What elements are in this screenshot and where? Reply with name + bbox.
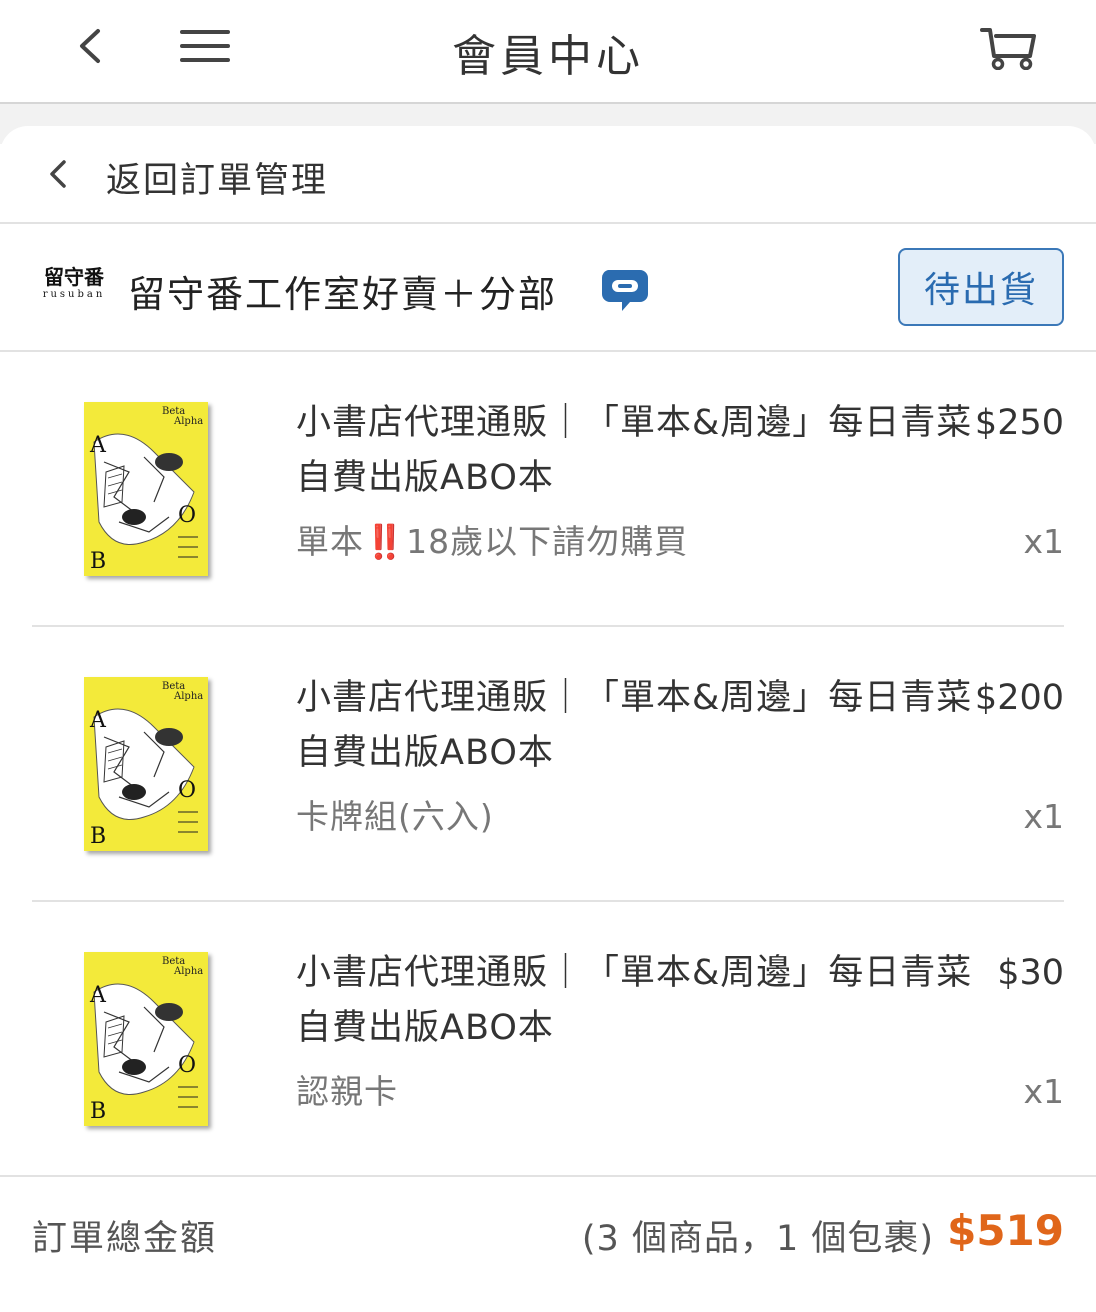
cover-alpha-text: Alpha bbox=[173, 416, 203, 427]
item-title[interactable]: 小書店代理通販｜「單本&周邊」每日青菜自費出版ABO本 bbox=[296, 671, 976, 781]
cart-icon[interactable] bbox=[976, 22, 1040, 72]
chevron-left-icon bbox=[40, 156, 76, 192]
item-price: $30 bbox=[997, 953, 1064, 993]
item-title[interactable]: 小書店代理通販｜「單本&周邊」每日青菜自費出版ABO本 bbox=[296, 946, 976, 1056]
warning-icon: ‼️ bbox=[364, 522, 407, 561]
product-cover-image: Beta Alpha A O B bbox=[84, 402, 208, 576]
cover-letter-b: B bbox=[90, 549, 106, 574]
back-link-label: 返回訂單管理 bbox=[106, 161, 329, 201]
cover-alpha-text: Alpha bbox=[173, 966, 203, 977]
total-amount: $519 bbox=[947, 1206, 1064, 1255]
order-status-badge: 待出貨 bbox=[898, 248, 1064, 326]
variant-prefix: 認親卡 bbox=[296, 1072, 398, 1111]
item-quantity: x1 bbox=[1023, 1072, 1064, 1111]
shop-logo[interactable]: 留守番 rusuban bbox=[40, 266, 108, 310]
cover-alpha-text: Alpha bbox=[173, 691, 203, 702]
cover-letter-o: O bbox=[178, 778, 196, 803]
shop-logo-text: 留守番 bbox=[44, 265, 104, 289]
item-quantity: x1 bbox=[1023, 522, 1064, 561]
order-item[interactable]: Beta Alpha A O B 小書店代理通販｜「單本&周邊」每日青菜自費出版… bbox=[0, 902, 1096, 1177]
item-variant: 卡牌組(六入) bbox=[296, 793, 494, 841]
item-title[interactable]: 小書店代理通販｜「單本&周邊」每日青菜自費出版ABO本 bbox=[296, 396, 976, 506]
product-cover-image: Beta Alpha A O B bbox=[84, 677, 208, 851]
item-divider bbox=[0, 1175, 1096, 1177]
chat-bubble-icon[interactable] bbox=[600, 264, 650, 314]
item-variant: 單本‼️18歲以下請勿購買 bbox=[296, 518, 688, 566]
page-title: 會員中心 bbox=[452, 31, 644, 82]
shop-name[interactable]: 留守番工作室好賣＋分部 bbox=[128, 264, 557, 318]
total-label: 訂單總金額 bbox=[32, 1219, 218, 1259]
product-cover-image: Beta Alpha A O B bbox=[84, 952, 208, 1126]
order-item[interactable]: Beta Alpha A O B 小書店代理通販｜「單本&周邊」每日青菜自費出版… bbox=[0, 352, 1096, 627]
cover-letter-a: A bbox=[89, 983, 107, 1008]
total-summary: (3 個商品，1 個包裹) bbox=[581, 1219, 934, 1259]
item-price: $200 bbox=[974, 678, 1064, 718]
cover-letter-o: O bbox=[178, 503, 196, 528]
variant-prefix: 卡牌組(六入) bbox=[296, 797, 494, 836]
order-total-row: 訂單總金額 (3 個商品，1 個包裹) $519 bbox=[0, 1178, 1096, 1312]
cover-letter-a: A bbox=[89, 433, 107, 458]
order-item[interactable]: Beta Alpha A O B 小書店代理通販｜「單本&周邊」每日青菜自費出版… bbox=[0, 627, 1096, 902]
variant-suffix: 18歲以下請勿購買 bbox=[406, 522, 689, 561]
order-detail-card: 返回訂單管理 留守番 rusuban 留守番工作室好賣＋分部 待出貨 Beta … bbox=[0, 126, 1096, 1312]
cover-letter-o: O bbox=[178, 1053, 196, 1078]
order-items-list: Beta Alpha A O B 小書店代理通販｜「單本&周邊」每日青菜自費出版… bbox=[0, 352, 1096, 1177]
back-to-orders-link[interactable]: 返回訂單管理 bbox=[0, 126, 1096, 224]
cover-letter-b: B bbox=[90, 824, 106, 849]
shop-header: 留守番 rusuban 留守番工作室好賣＋分部 待出貨 bbox=[0, 224, 1096, 352]
shop-logo-subtext: rusuban bbox=[42, 289, 106, 300]
item-price: $250 bbox=[974, 403, 1064, 443]
top-bar: 會員中心 bbox=[0, 0, 1096, 104]
item-quantity: x1 bbox=[1023, 797, 1064, 836]
item-variant: 認親卡 bbox=[296, 1068, 398, 1116]
variant-prefix: 單本 bbox=[296, 522, 364, 561]
cover-letter-a: A bbox=[89, 708, 107, 733]
cover-letter-b: B bbox=[90, 1099, 106, 1124]
